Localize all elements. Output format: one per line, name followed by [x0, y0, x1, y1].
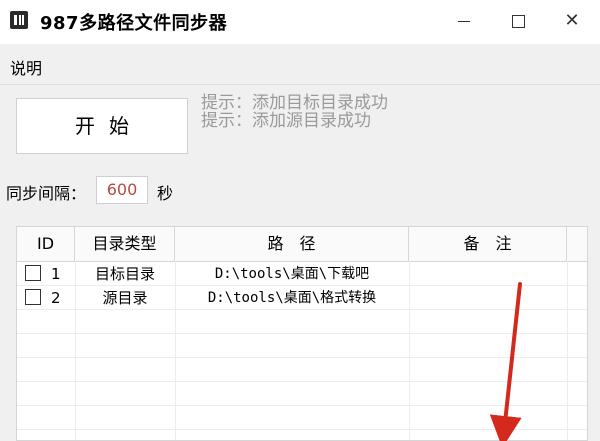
- red-arrow-annotation: [489, 282, 522, 441]
